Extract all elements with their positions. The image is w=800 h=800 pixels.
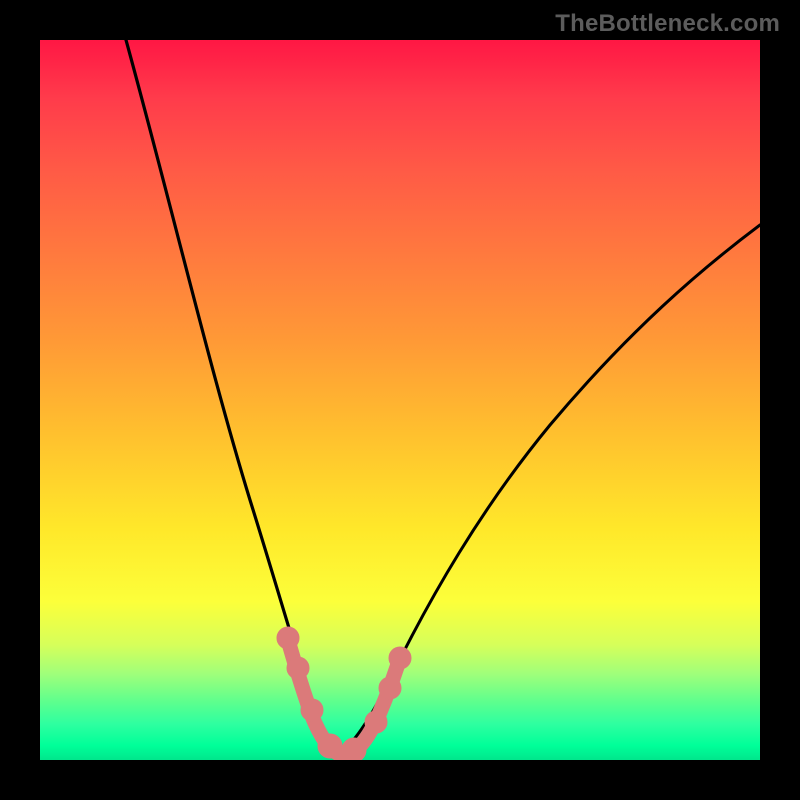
chart-plot-area <box>40 40 760 760</box>
chart-svg <box>40 40 760 760</box>
bottleneck-curve-left <box>126 40 338 754</box>
chart-frame: TheBottleneck.com <box>0 0 800 800</box>
watermark-text: TheBottleneck.com <box>555 10 780 38</box>
highlight-segment <box>277 627 411 760</box>
